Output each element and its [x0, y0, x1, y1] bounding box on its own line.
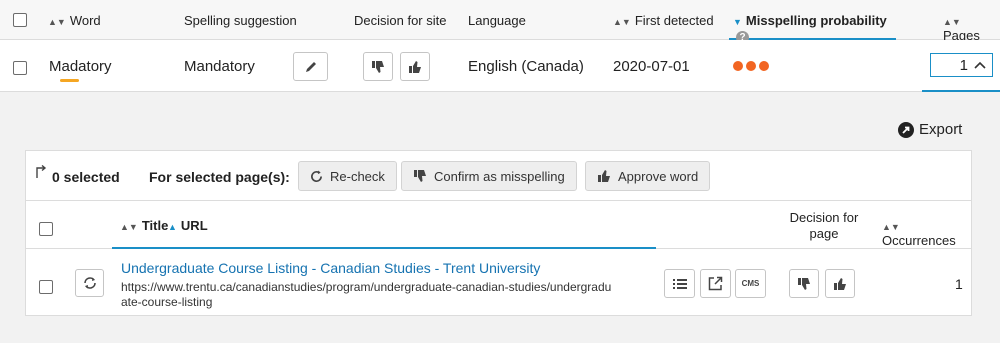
- page-row-checkbox[interactable]: [39, 280, 53, 294]
- approve-word-button[interactable]: Approve word: [585, 161, 711, 191]
- main-table-header: ▲▼ Word Spelling suggestion Decision for …: [0, 0, 1000, 44]
- selection-bar: 0 selected For selected page(s): Re-chec…: [26, 151, 971, 201]
- title-url-header: ▲▼ Title ▲ URL: [112, 201, 656, 249]
- confirm-misspelling-button[interactable]: Confirm as misspelling: [401, 161, 577, 191]
- pages-table-header: ▲▼ Title ▲ URL Decision for page ▲▼Occurre…: [26, 201, 971, 249]
- cms-button[interactable]: CMS: [735, 269, 766, 298]
- page-url: https://www.trentu.ca/canadianstudies/pr…: [121, 280, 612, 309]
- first-detected-value: 2020-07-01: [613, 58, 690, 75]
- export-button[interactable]: Export: [898, 121, 962, 138]
- occurrences-value: 1: [955, 276, 963, 292]
- probability-dot: [759, 61, 769, 71]
- view-details-button[interactable]: [664, 269, 695, 298]
- sort-icon: ▲▼: [882, 222, 900, 232]
- open-page-button[interactable]: [700, 269, 731, 298]
- word-row: Madatory Mandatory English (Canada) 2020…: [0, 40, 1000, 92]
- recheck-page-button[interactable]: [75, 269, 104, 297]
- select-all-checkbox[interactable]: [13, 13, 27, 27]
- site-thumbs-up-button[interactable]: [400, 52, 430, 81]
- page-thumbs-up-button[interactable]: [825, 269, 855, 298]
- site-thumbs-down-button[interactable]: [363, 52, 393, 81]
- sort-icon: ▲▼: [48, 17, 66, 27]
- page-thumbs-down-button[interactable]: [789, 269, 819, 298]
- pages-toggle[interactable]: 1: [930, 53, 993, 77]
- col-word-header[interactable]: ▲▼ Word: [48, 13, 101, 28]
- external-link-icon: [708, 276, 723, 291]
- sort-icon: ▲▼: [120, 222, 138, 232]
- list-icon: [672, 278, 687, 289]
- col-occurrences-header[interactable]: ▲▼Occurrences: [882, 218, 971, 248]
- thumbs-down-icon: [414, 170, 426, 182]
- row-checkbox[interactable]: [13, 61, 27, 75]
- pages-count: 1: [959, 56, 968, 74]
- refresh-icon: [311, 169, 322, 182]
- pages-panel: 0 selected For selected page(s): Re-chec…: [25, 150, 972, 316]
- thumbs-down-icon: [372, 60, 384, 73]
- thumbs-down-icon: [798, 277, 810, 290]
- probability-dot: [746, 61, 756, 71]
- col-language-header: Language: [468, 13, 526, 28]
- thumbs-up-icon: [834, 277, 846, 290]
- col-title-header[interactable]: ▲▼ Title: [120, 218, 168, 233]
- selection-arrow-icon: [36, 165, 47, 178]
- col-url-header[interactable]: ▲ URL: [168, 218, 208, 233]
- col-first-detected-header[interactable]: ▲▼ First detected: [613, 13, 714, 28]
- sort-icon: ▲▼: [943, 17, 961, 27]
- col-decision-site-header: Decision for site: [354, 13, 447, 28]
- probability-dots: [733, 61, 772, 71]
- col-misspelling-probability-header[interactable]: ▼ Misspelling probability ?: [729, 0, 896, 44]
- language-value: English (Canada): [468, 58, 584, 75]
- col-decision-page-header: Decision for page: [789, 210, 859, 241]
- misspelling-underline: [60, 79, 79, 82]
- sort-desc-icon: ▼: [733, 17, 742, 27]
- selected-count: 0 selected: [52, 169, 120, 185]
- chevron-up-icon: [974, 61, 986, 69]
- select-all-pages-checkbox[interactable]: [39, 222, 53, 236]
- pencil-icon: [305, 61, 316, 72]
- recheck-button[interactable]: Re-check: [298, 161, 397, 191]
- for-selected-label: For selected page(s):: [149, 169, 290, 185]
- sort-icon: ▲▼: [613, 17, 631, 27]
- col-spelling-header: Spelling suggestion: [184, 13, 297, 28]
- misspelled-word: Madatory: [49, 58, 112, 82]
- export-icon: [898, 121, 914, 138]
- probability-dot: [733, 61, 743, 71]
- col-pages-header[interactable]: ▲▼Pages: [943, 13, 1000, 43]
- thumbs-up-icon: [409, 60, 421, 73]
- page-title-link[interactable]: Undergraduate Course Listing - Canadian …: [121, 260, 540, 276]
- sort-asc-icon: ▲: [168, 222, 177, 232]
- edit-suggestion-button[interactable]: [293, 52, 328, 81]
- refresh-icon: [83, 277, 96, 289]
- thumbs-up-icon: [598, 170, 610, 182]
- pages-active-indicator: [922, 90, 1000, 92]
- page-row: Undergraduate Course Listing - Canadian …: [26, 249, 971, 315]
- spelling-suggestion: Mandatory: [184, 58, 255, 75]
